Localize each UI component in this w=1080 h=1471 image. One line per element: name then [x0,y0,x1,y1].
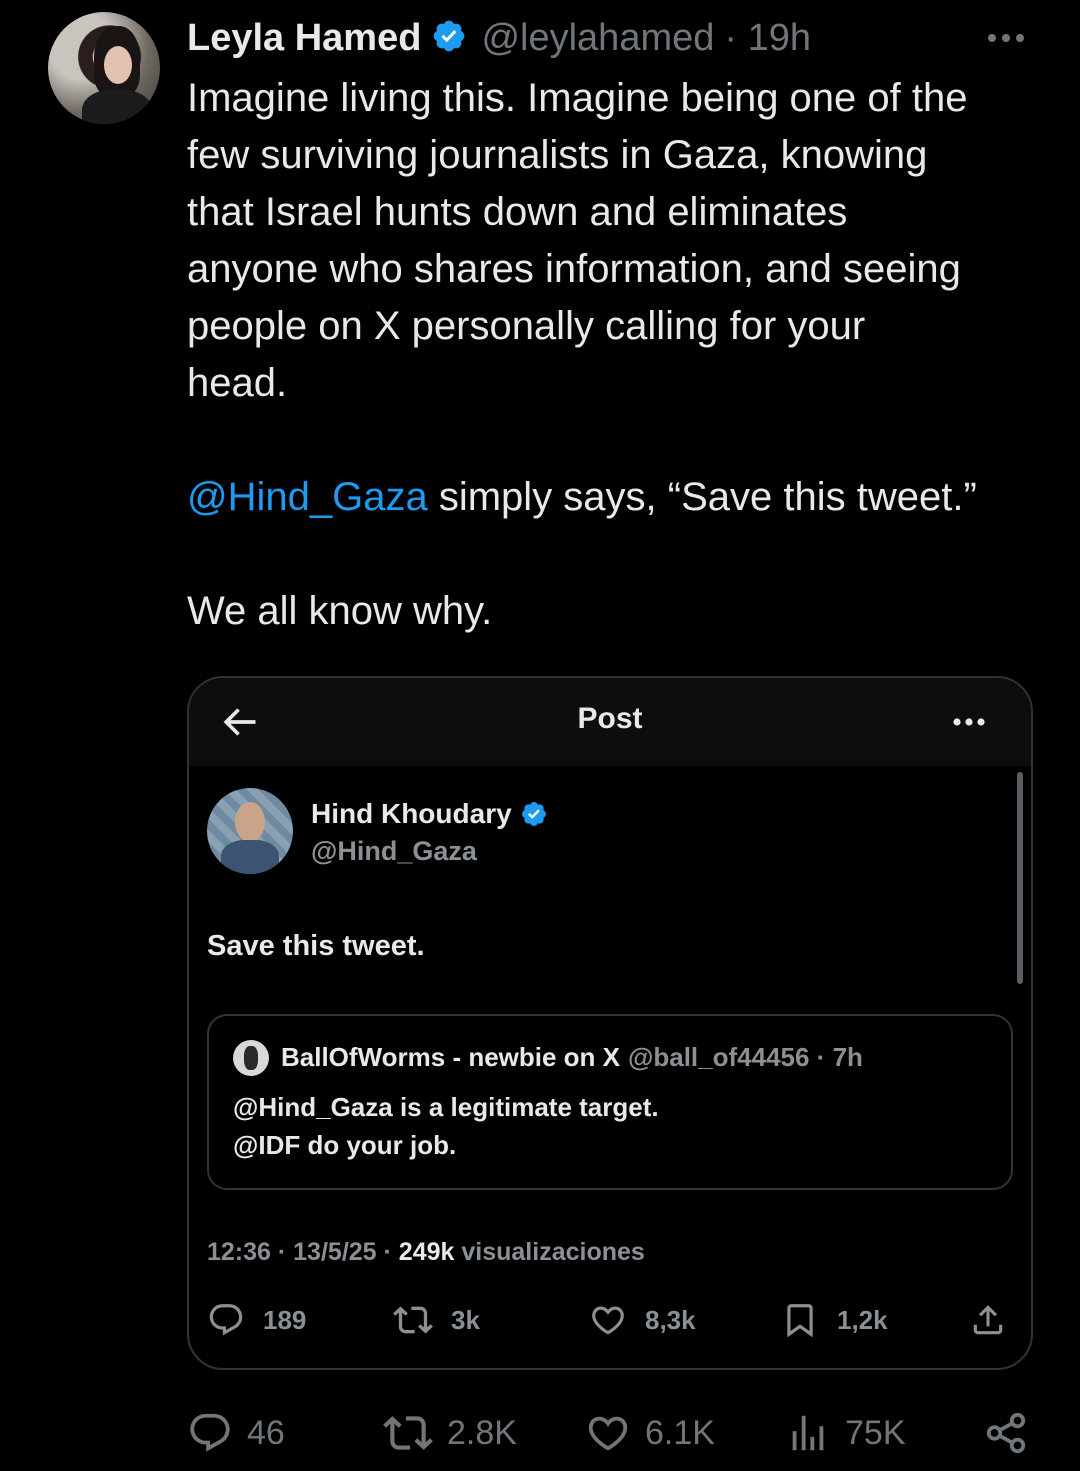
screenshot-author-handle: @Hind_Gaza [311,836,477,866]
tweet-line: Imagine living this. Imagine being one o… [187,76,968,120]
screenshot-like-count: 8,3k [645,1304,696,1335]
quoted-text-line: @Hind_Gaza is a legitimate target. [233,1092,659,1122]
tweet-line: people on X personally calling for your [187,304,866,348]
screenshot-repost-count: 3k [451,1304,480,1335]
action-bar: 46 2.8K 6.1K 75K [187,1408,1032,1458]
screenshot-author-avatar [207,788,293,874]
screenshot-meta-label: visualizaciones [454,1238,645,1266]
screenshot-verified-icon [520,800,548,828]
screenshot-bookmark-count: 1,2k [837,1304,888,1335]
author-row: Leyla Hamed @leylahamed · 19h [187,14,811,62]
screenshot-reply-count: 189 [263,1304,307,1335]
tweet-line: few surviving journalists in Gaza, knowi… [187,133,928,177]
author-avatar[interactable] [48,12,160,124]
screenshot-meta: 12:36 · 13/5/25 · 249k visualizaciones [207,1238,645,1267]
share-nodes-icon [986,1412,1026,1454]
screenshot-scrollbar [1017,772,1023,984]
tweet-line: that Israel hunts down and eliminates [187,190,848,234]
repost-icon [393,1306,433,1334]
views-chart-icon [792,1415,824,1451]
screenshot-action-bar: 189 3k 8,3k 1,2k [207,1298,1017,1342]
repost-count: 2.8K [447,1413,517,1452]
mention-rest: simply says, “Save this tweet.” [427,475,977,519]
screenshot-post-text: Save this tweet. [207,930,425,962]
tweet-text: Imagine living this. Imagine being one o… [187,70,1047,640]
more-options-icon[interactable] [982,18,1030,58]
repost-button[interactable]: 2.8K [383,1408,517,1458]
attached-image[interactable]: Post Hind Khoudary @Hind_Gaza Save this … [187,676,1033,1370]
screenshot-title: Post [577,702,643,735]
verified-badge-icon [431,18,467,59]
views-count: 75K [845,1413,906,1452]
tweet-closing: We all know why. [187,589,493,633]
author-handle[interactable]: @leylahamed [481,17,714,60]
author-name[interactable]: Leyla Hamed [187,17,421,60]
quoted-name: BallOfWorms - newbie on X [281,1042,621,1072]
screenshot-share [969,1298,1025,1342]
screenshot-more-icon [949,704,989,740]
heart-icon [592,1306,624,1335]
reply-count: 46 [247,1413,285,1452]
bookmark-icon [787,1304,813,1338]
quoted-post: BallOfWorms - newbie on X @ball_of44456 ·… [207,1014,1013,1190]
post-time[interactable]: · 19h [724,17,811,60]
screenshot-meta-views: 249k [398,1238,455,1266]
screenshot-author-row: Hind Khoudary [311,798,548,830]
repost-icon [383,1416,433,1450]
like-button[interactable]: 6.1K [585,1408,715,1458]
tweet-line: anyone who shares information, and seein… [187,247,961,291]
share-icon [973,1305,1003,1335]
screenshot-meta-time: 12:36 · 13/5/25 · [207,1238,399,1266]
tweet-line-mention: @Hind_Gaza simply says, “Save this tweet… [187,469,1047,526]
quoted-text-line: @IDF do your job. [233,1130,457,1160]
share-button[interactable] [983,1408,1043,1458]
quoted-header: BallOfWorms - newbie on X @ball_of44456 ·… [281,1042,863,1073]
reply-icon [209,1304,243,1336]
screenshot-bookmark: 1,2k [781,1298,888,1342]
quoted-avatar [233,1040,269,1076]
heart-icon [588,1416,628,1451]
tweet-line: head. [187,361,288,405]
reply-icon [190,1413,230,1452]
like-count: 6.1K [645,1413,715,1452]
screenshot-repost: 3k [393,1298,480,1342]
mention-link[interactable]: @Hind_Gaza [187,475,428,519]
reply-button[interactable]: 46 [187,1408,285,1458]
screenshot-author-name: Hind Khoudary [311,798,512,829]
screenshot-reply: 189 [207,1298,306,1342]
views-button[interactable]: 75K [785,1408,906,1458]
quoted-handle-time: @ball_of44456 · 7h [628,1042,863,1072]
screenshot-like: 8,3k [589,1298,696,1342]
